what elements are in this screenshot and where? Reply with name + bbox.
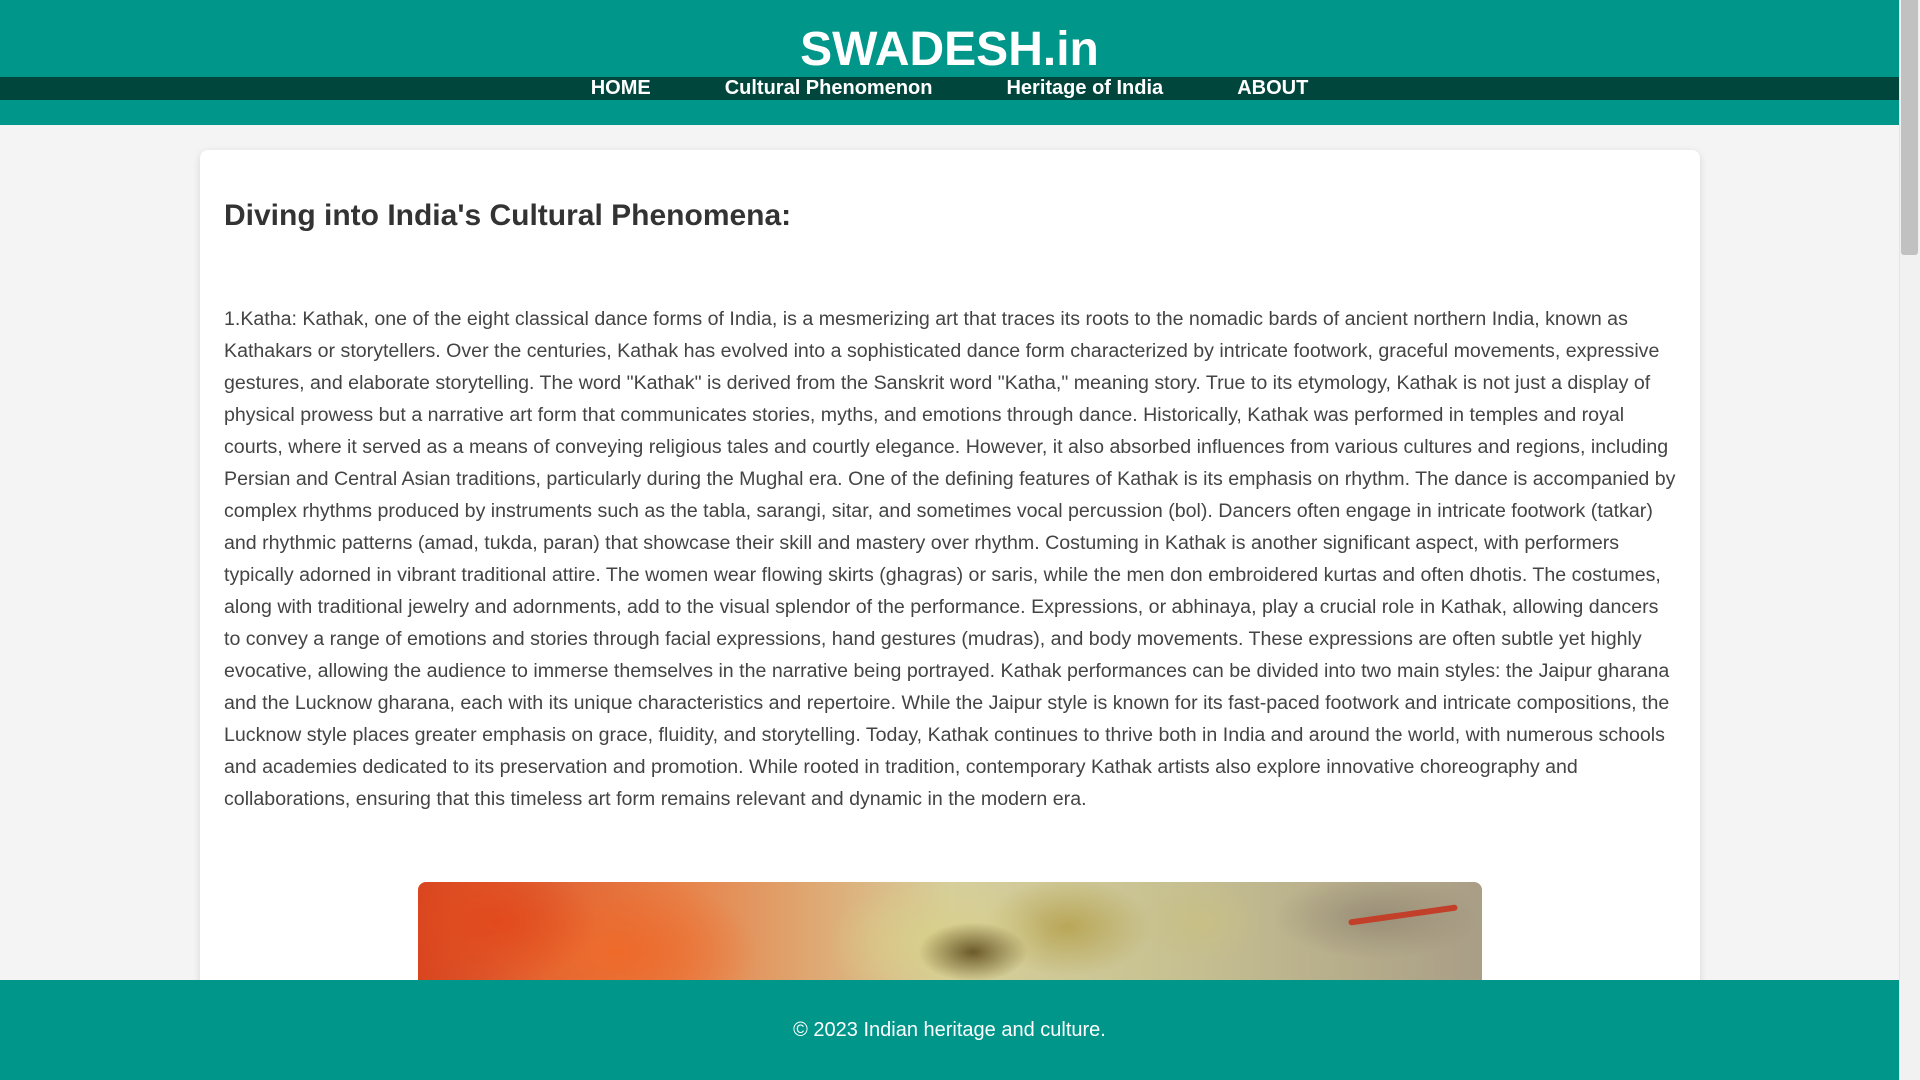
nav-heritage-of-india[interactable]: Heritage of India (1006, 77, 1163, 100)
article-paragraph: 1.Katha: Kathak, one of the eight classi… (224, 308, 1676, 810)
vertical-scrollbar[interactable] (1899, 0, 1920, 1080)
painting-streak (1348, 904, 1458, 926)
nav-about[interactable]: ABOUT (1237, 77, 1308, 100)
main-nav: HOME Cultural Phenomenon Heritage of Ind… (0, 77, 1899, 100)
nav-home[interactable]: HOME (591, 77, 651, 100)
footer-copyright: © 2023 Indian heritage and culture. (793, 1019, 1106, 1041)
site-title[interactable]: SWADESH.in (0, 22, 1899, 78)
painting-figure (918, 922, 1028, 982)
section-heading: Diving into India's Cultural Phenomena: (224, 199, 792, 232)
site-footer: © 2023 Indian heritage and culture. (0, 980, 1899, 1080)
scrollbar-thumb[interactable] (1901, 0, 1918, 255)
nav-cultural-phenomenon[interactable]: Cultural Phenomenon (725, 77, 933, 100)
site-header: SWADESH.in HOME Cultural Phenomenon Heri… (0, 0, 1899, 125)
content-card: Diving into India's Cultural Phenomena: … (200, 150, 1700, 1010)
